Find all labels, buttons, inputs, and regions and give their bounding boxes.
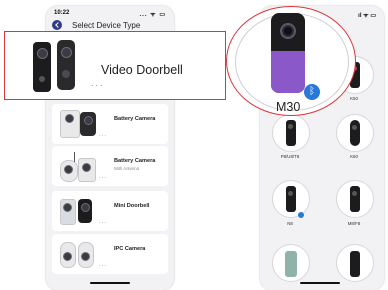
status-time: 10:22 — [54, 10, 70, 16]
more-dots: ... — [99, 219, 108, 225]
model-m8-f8[interactable] — [336, 180, 374, 218]
bluetooth-icon: ᛒ — [304, 84, 320, 100]
device-card-label: Mini Doorbell — [114, 203, 150, 209]
model-k60[interactable] — [336, 114, 374, 152]
device-card-ipc-camera[interactable]: IPC Camera ... — [52, 234, 168, 274]
model-n8[interactable] — [272, 180, 310, 218]
model-p8-u8-t8[interactable] — [272, 114, 310, 152]
status-icons: ... ᯤ ▭ — [139, 12, 166, 18]
model-label: N8 — [287, 221, 293, 226]
device-card-sublabel: With Antenna — [114, 166, 139, 171]
device-card-mini-doorbell[interactable]: Mini Doorbell ... — [52, 191, 168, 231]
status-bar: 10:22 ... ᯤ ▭ — [54, 9, 166, 19]
model-item[interactable] — [272, 244, 310, 282]
video-doorbell-image — [33, 40, 85, 94]
more-dots: ... — [99, 132, 108, 138]
m30-zoom-highlight[interactable]: ᛒ M30 — [226, 6, 362, 116]
home-indicator — [300, 282, 340, 284]
device-card-label: IPC Camera — [114, 246, 146, 252]
m30-doorbell-image — [271, 13, 305, 93]
m30-label: M30 — [276, 100, 301, 114]
device-card-battery-camera-antenna[interactable]: Battery Camera With Antenna ... — [52, 146, 168, 186]
model-label: K60 — [350, 154, 358, 159]
bluetooth-icon — [298, 212, 304, 218]
model-label: P8/U8/T8 — [280, 154, 300, 159]
model-item[interactable] — [336, 244, 374, 282]
more-dots: ... — [99, 262, 108, 268]
device-card-label: Battery Camera — [114, 158, 156, 164]
model-label: M8/F8 — [347, 221, 361, 226]
video-doorbell-label: Video Doorbell — [101, 63, 183, 77]
more-dots: ... — [91, 78, 105, 88]
page-title: Select Device Type — [72, 21, 141, 30]
home-indicator — [90, 282, 130, 284]
more-dots: ... — [99, 174, 108, 180]
device-card-battery-camera[interactable]: Battery Camera ... — [52, 104, 168, 144]
device-card-label: Battery Camera — [114, 116, 156, 122]
back-button[interactable] — [52, 20, 62, 30]
video-doorbell-card-highlight[interactable]: Video Doorbell ... — [4, 31, 226, 100]
